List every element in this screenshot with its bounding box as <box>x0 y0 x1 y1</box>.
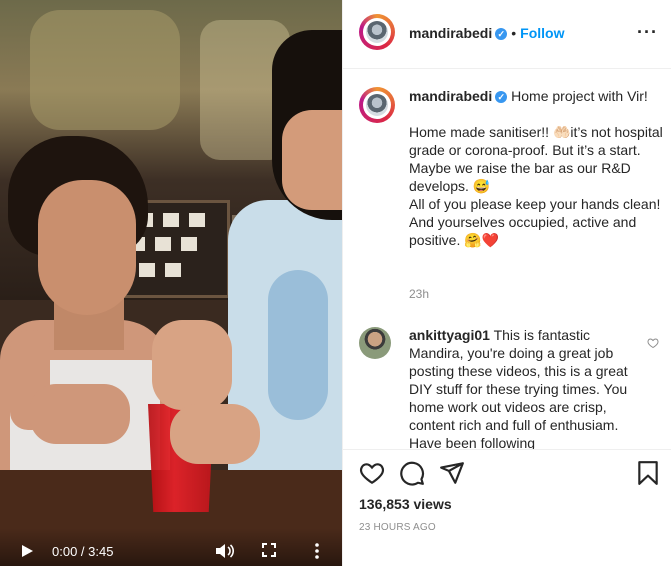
avatar-image <box>366 21 388 43</box>
boy-face <box>282 110 342 210</box>
shirt-print <box>268 270 328 420</box>
separator-dot: • <box>511 25 517 41</box>
more-vertical-icon[interactable] <box>314 543 320 559</box>
comment-icon[interactable] <box>399 460 425 486</box>
share-icon[interactable] <box>439 460 465 486</box>
comment-body: This is fantastic Mandira, you're doing … <box>409 327 628 449</box>
comment-text: ankittyagi01 This is fantastic Mandira, … <box>409 326 637 449</box>
header-user-line: mandirabedi ✓ • Follow <box>409 25 564 43</box>
comments-area[interactable]: mandirabedi ✓ Home project with Vir! Home… <box>343 69 671 449</box>
photo-thumbnail <box>165 263 181 277</box>
fullscreen-icon[interactable] <box>262 543 276 557</box>
avatar[interactable] <box>359 14 395 50</box>
photo-thumbnail <box>189 213 205 227</box>
comment-username[interactable]: ankittyagi01 <box>409 327 490 343</box>
painting-shape <box>30 10 180 130</box>
post-header: mandirabedi ✓ • Follow ··· <box>343 0 671 69</box>
caption-line: Home made sanitiser!! 🤲🏻it’s not hospita… <box>409 124 667 194</box>
caption-text: mandirabedi ✓ Home project with Vir! Home… <box>409 87 665 249</box>
bookmark-icon[interactable] <box>635 460 661 486</box>
video-player[interactable]: 0:00 / 3:45 <box>0 0 342 566</box>
verified-icon: ✓ <box>495 91 508 103</box>
video-time: 0:00 / 3:45 <box>52 544 114 559</box>
woman-face <box>38 180 136 315</box>
boy-hand <box>170 404 260 464</box>
volume-icon[interactable] <box>214 543 234 559</box>
caption-time[interactable]: 23h <box>409 287 429 301</box>
boy-arm <box>152 320 232 410</box>
photo-thumbnail <box>181 237 197 251</box>
woman-hands <box>30 384 130 444</box>
more-options-icon[interactable]: ··· <box>637 22 658 43</box>
post-side-panel: mandirabedi ✓ • Follow ··· mandirabedi ✓ Hom… <box>342 0 671 566</box>
photo-thumbnail <box>163 213 179 227</box>
verified-icon: ✓ <box>495 28 508 40</box>
avatar-image-wrap <box>363 91 391 119</box>
avatar-image-wrap <box>363 18 391 46</box>
play-icon[interactable] <box>22 545 33 557</box>
caption-avatar[interactable] <box>359 87 395 123</box>
caption-line <box>409 105 665 123</box>
post-date[interactable]: 23 HOURS AGO <box>359 522 436 533</box>
header-username[interactable]: mandirabedi <box>409 25 492 41</box>
comment-like-icon[interactable] <box>647 337 659 349</box>
follow-button[interactable]: Follow <box>520 25 564 41</box>
avatar-image <box>366 94 388 116</box>
post-actions: 136,853 views 23 HOURS AGO <box>343 449 671 567</box>
comment-avatar[interactable] <box>359 327 391 359</box>
photo-thumbnail <box>139 263 155 277</box>
heart-icon[interactable] <box>359 460 385 486</box>
photo-thumbnail <box>155 237 171 251</box>
caption-line: Home project with Vir! <box>511 88 648 104</box>
caption-line: All of you please keep your hands clean!… <box>409 196 664 248</box>
caption-username[interactable]: mandirabedi <box>409 88 492 104</box>
views-count[interactable]: 136,853 views <box>359 496 452 512</box>
